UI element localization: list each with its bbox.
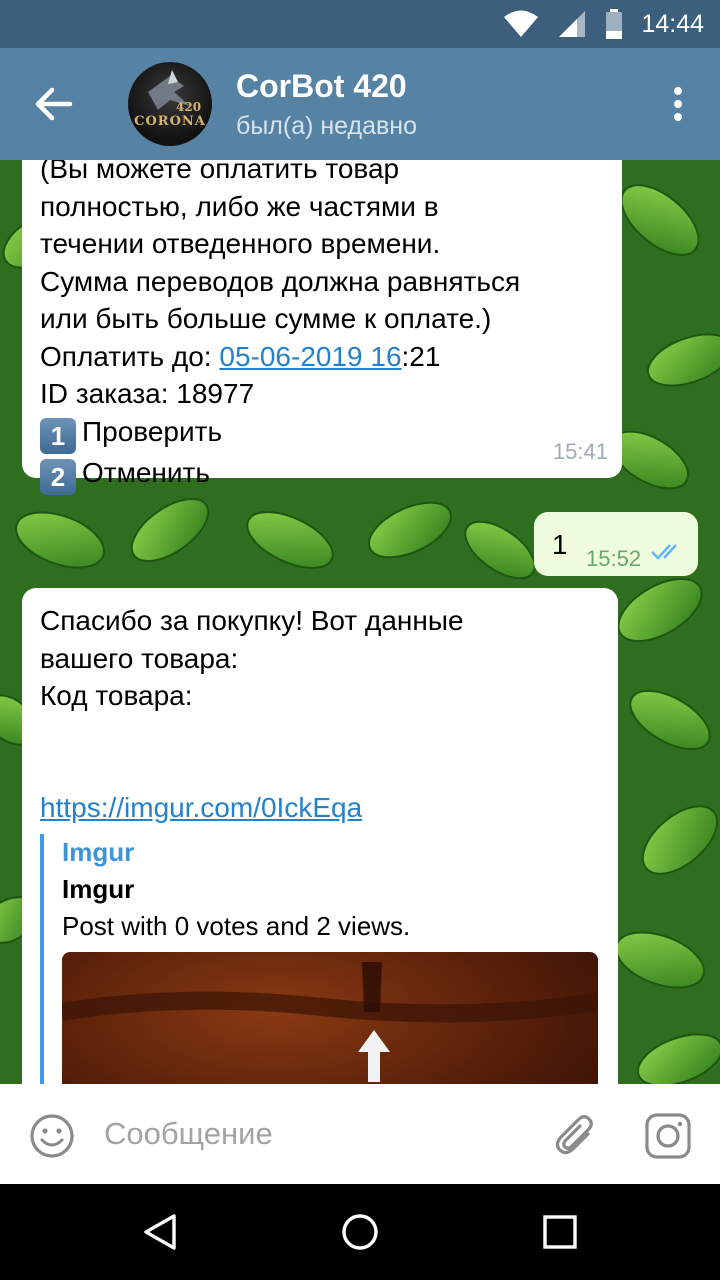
message-time: 15:52 [586, 546, 642, 571]
chat-area[interactable]: (Вы можете оплатить товар полностью, либ… [0, 160, 720, 1084]
imgur-link[interactable]: https://imgur.com/0IckEqa [40, 792, 362, 823]
empty-line [40, 752, 600, 789]
keycap-one-icon: 1 [40, 417, 76, 454]
signal-icon [559, 11, 586, 37]
chat-header: 420 CORONA CorBot 420 был(а) недавно [0, 48, 720, 160]
message-line: или быть больше сумме к оплате.) [40, 303, 492, 334]
message-line: Спасибо за покупку! Вот данные [40, 605, 464, 636]
pay-until-line: Оплатить до: 05-06-2019 16:21 [40, 338, 604, 376]
outgoing-message-text: 1 [552, 529, 568, 560]
order-id: ID заказа: 18977 [40, 378, 255, 409]
avatar-text: CORONA [134, 114, 206, 129]
navigation-bar [0, 1184, 720, 1280]
message-line: вашего товара: [40, 642, 239, 674]
message-line: полностью, либо же частями в [40, 190, 439, 222]
status-icons: 14:44 [503, 0, 704, 48]
avatar-number: 420 [176, 100, 202, 114]
battery-icon [606, 9, 623, 39]
avatar[interactable]: 420 CORONA [128, 62, 212, 146]
message-line: (Вы можете оплатить товар [40, 160, 400, 184]
pay-until-date-link[interactable]: 05-06-2019 16 [219, 341, 401, 372]
nav-recents-icon[interactable] [540, 1212, 580, 1252]
empty-line [40, 715, 600, 752]
message-line: Сумма переводов должна равняться [40, 265, 521, 297]
more-vert-icon[interactable] [672, 86, 684, 122]
camera-icon[interactable] [644, 1112, 692, 1160]
pay-until-label: Оплатить до: [40, 340, 220, 372]
nav-home-icon[interactable] [340, 1212, 380, 1252]
preview-description: Post with 0 votes and 2 views. [62, 911, 411, 941]
message-time: 15:41 [552, 438, 608, 464]
link-preview[interactable]: Imgur Imgur Post with 0 votes and 2 view… [40, 834, 598, 1084]
preview-title: Imgur [62, 874, 135, 904]
wifi-icon [504, 10, 539, 37]
message-input-bar [0, 1084, 720, 1184]
paperclip-icon[interactable] [552, 1112, 600, 1160]
option-cancel: 2 Отменить [40, 454, 604, 495]
message-line: течении отведенного времени. [40, 228, 441, 259]
option-check: 1 Проверить [40, 413, 604, 454]
preview-site-name: Imgur [62, 837, 135, 867]
message-link-line: https://imgur.com/0IckEqa [40, 789, 600, 827]
incoming-message-bubble[interactable]: (Вы можете оплатить товар полностью, либ… [22, 160, 622, 495]
back-arrow-icon[interactable] [30, 84, 78, 124]
message-input[interactable] [104, 1104, 524, 1164]
double-check-icon [651, 544, 677, 560]
option-cancel-label: Отменить [82, 456, 210, 488]
keycap-two-icon: 2 [40, 458, 76, 495]
chat-status: был(а) недавно [236, 112, 418, 140]
option-check-label: Проверить [82, 415, 223, 447]
outgoing-message-bubble[interactable]: 1 15:52 [534, 512, 698, 576]
message-line: Код товара: [40, 680, 193, 711]
preview-image[interactable] [62, 952, 598, 1084]
pay-until-rest: :21 [401, 340, 441, 372]
preview-image-content [62, 962, 598, 1082]
clock: 14:44 [641, 9, 704, 38]
nav-back-icon[interactable] [140, 1212, 180, 1252]
chat-title[interactable]: CorBot 420 [236, 68, 407, 105]
status-bar: 14:44 [0, 0, 720, 48]
emoji-icon[interactable] [28, 1112, 76, 1160]
incoming-message-bubble[interactable]: Спасибо за покупку! Вот данные вашего то… [22, 588, 618, 1084]
